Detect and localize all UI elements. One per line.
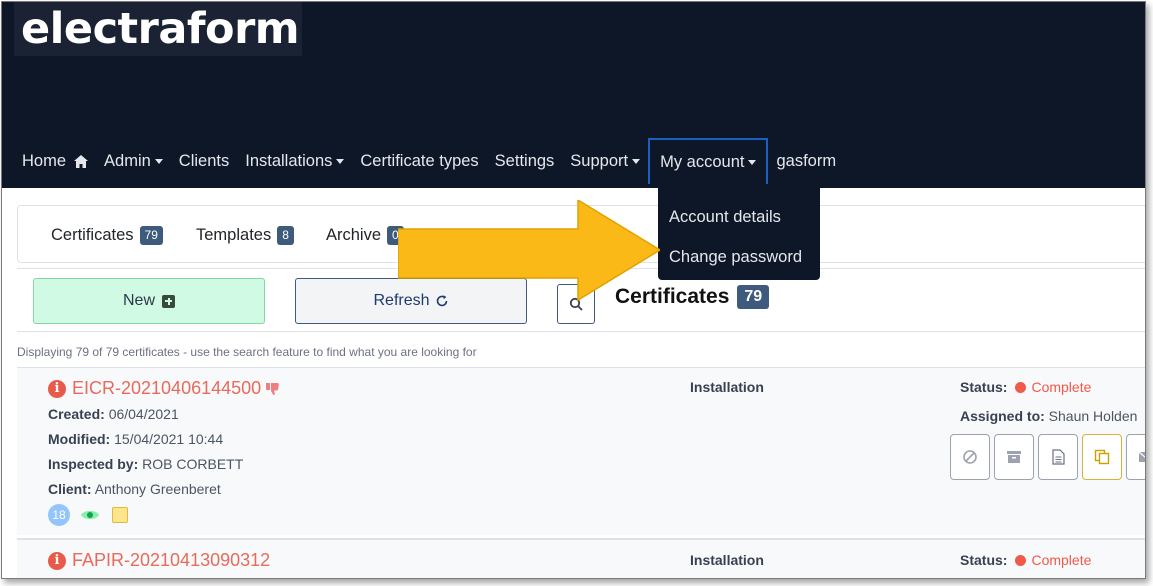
eye-icon[interactable]	[80, 508, 100, 522]
envelope-icon	[1138, 451, 1145, 462]
status-label: Status:	[960, 552, 1008, 568]
client-label: Client:	[48, 481, 92, 497]
status-field: Status: Complete	[960, 379, 1091, 395]
nav-clients-label: Clients	[178, 151, 230, 170]
logo-text: electraform	[21, 3, 300, 54]
modified-value: 15/04/2021 10:44	[114, 431, 224, 447]
info-icon: i	[48, 551, 66, 570]
status-value: Complete	[1031, 379, 1092, 395]
status-field: Status: Complete	[960, 552, 1091, 568]
nav-my-account-label: My account	[660, 152, 745, 171]
nav-home-label: Home	[22, 151, 67, 170]
archive-icon	[1007, 451, 1021, 463]
client-field: Client: Anthony Greenberet	[48, 481, 221, 497]
nav-gasform-label: gasform	[776, 151, 837, 170]
nav-my-account[interactable]: My account	[648, 138, 769, 184]
certificate-link[interactable]: i FAPIR-20210413090312	[48, 550, 270, 571]
assigned-to-label: Assigned to:	[960, 408, 1045, 424]
client-value: Anthony Greenberet	[94, 481, 221, 497]
created-field: Created: 06/04/2021	[48, 406, 179, 422]
archive-button[interactable]	[994, 434, 1034, 480]
copy-button[interactable]	[1082, 434, 1122, 480]
installation-column-label: Installation	[690, 552, 764, 568]
nav-settings-label: Settings	[494, 151, 555, 170]
certificate-id: FAPIR-20210413090312	[72, 550, 271, 570]
thumbs-down-icon	[266, 382, 279, 395]
tab-certificates-label: Certificates	[51, 226, 134, 244]
tab-archive-label: Archive	[326, 226, 382, 244]
certificate-id: EICR-20210406144500	[72, 378, 262, 398]
modified-label: Modified:	[48, 431, 111, 447]
tab-certificates[interactable]: Certificates 79	[51, 226, 163, 245]
tab-archive[interactable]: Archive 0	[326, 226, 404, 245]
arrow-pointer-icon	[398, 200, 660, 302]
count-badge: 8	[277, 226, 294, 245]
count-circle[interactable]: 18	[48, 504, 70, 526]
nav-admin[interactable]: Admin	[96, 138, 171, 184]
caret-down-icon	[336, 158, 345, 164]
info-icon: i	[48, 379, 66, 398]
nav-admin-label: Admin	[104, 151, 151, 170]
nav-support[interactable]: Support	[562, 138, 648, 184]
nav-clients[interactable]: Clients	[171, 138, 237, 184]
email-button[interactable]	[1126, 434, 1145, 480]
nav-support-label: Support	[570, 151, 629, 170]
inspected-by-label: Inspected by:	[48, 456, 139, 472]
caret-down-icon	[748, 159, 757, 165]
status-value: Complete	[1031, 552, 1092, 568]
assigned-to-value: Shaun Holden	[1048, 408, 1138, 424]
nav-installations-label: Installations	[245, 151, 333, 170]
results-info-text: Displaying 79 of 79 certificates - use t…	[17, 345, 477, 359]
void-button[interactable]	[950, 434, 990, 480]
tab-templates-label: Templates	[196, 226, 272, 244]
view-document-button[interactable]	[1038, 434, 1078, 480]
status-dot-icon	[1015, 554, 1027, 566]
menu-item-change-password[interactable]: Change password	[658, 237, 820, 277]
menu-item-account-details[interactable]: Account details	[658, 197, 820, 237]
count-badge: 79	[737, 285, 770, 309]
row-indicators: 18	[48, 504, 128, 526]
nav-gasform[interactable]: gasform	[768, 138, 844, 184]
tab-templates[interactable]: Templates 8	[196, 226, 294, 245]
account-dropdown-menu: Account details Change password	[658, 187, 820, 280]
created-label: Created:	[48, 406, 105, 422]
sticky-note-icon[interactable]	[112, 507, 128, 523]
new-button-label: New	[122, 292, 155, 309]
nav-certificate-types-label: Certificate types	[360, 151, 479, 170]
caret-down-icon	[154, 158, 163, 164]
installation-column-label: Installation	[690, 379, 764, 395]
certificate-link[interactable]: i EICR-20210406144500	[48, 378, 281, 399]
certificate-row: i EICR-20210406144500 Created: 06/04/202…	[17, 367, 1145, 535]
main-nav: Home Admin Clients Installations Certifi…	[14, 138, 844, 184]
count-badge: 79	[139, 226, 163, 245]
status-dot-icon	[1015, 381, 1027, 393]
logo[interactable]: electraform	[14, 2, 302, 56]
nav-home[interactable]: Home	[14, 138, 96, 184]
ban-icon	[963, 450, 977, 464]
inspected-by-field: Inspected by: ROB CORBETT	[48, 456, 243, 472]
plus-square-icon	[162, 294, 175, 308]
inspected-by-value: ROB CORBETT	[142, 456, 244, 472]
certificate-row: i FAPIR-20210413090312 Installation Stat…	[17, 538, 1145, 578]
document-icon	[1051, 449, 1065, 465]
created-value: 06/04/2021	[108, 406, 179, 422]
top-header: electraform Home Admin Clients Installat…	[2, 2, 1145, 188]
caret-down-icon	[632, 158, 641, 164]
modified-field: Modified: 15/04/2021 10:44	[48, 431, 223, 447]
nav-settings[interactable]: Settings	[487, 138, 563, 184]
nav-installations[interactable]: Installations	[237, 138, 352, 184]
assigned-to-field: Assigned to: Shaun Holden	[960, 408, 1137, 424]
new-button[interactable]: New	[33, 278, 265, 324]
app-window: electraform Home Admin Clients Installat…	[1, 1, 1146, 579]
copy-icon	[1094, 449, 1110, 465]
status-label: Status:	[960, 379, 1008, 395]
home-icon	[74, 154, 89, 168]
nav-certificate-types[interactable]: Certificate types	[352, 138, 486, 184]
